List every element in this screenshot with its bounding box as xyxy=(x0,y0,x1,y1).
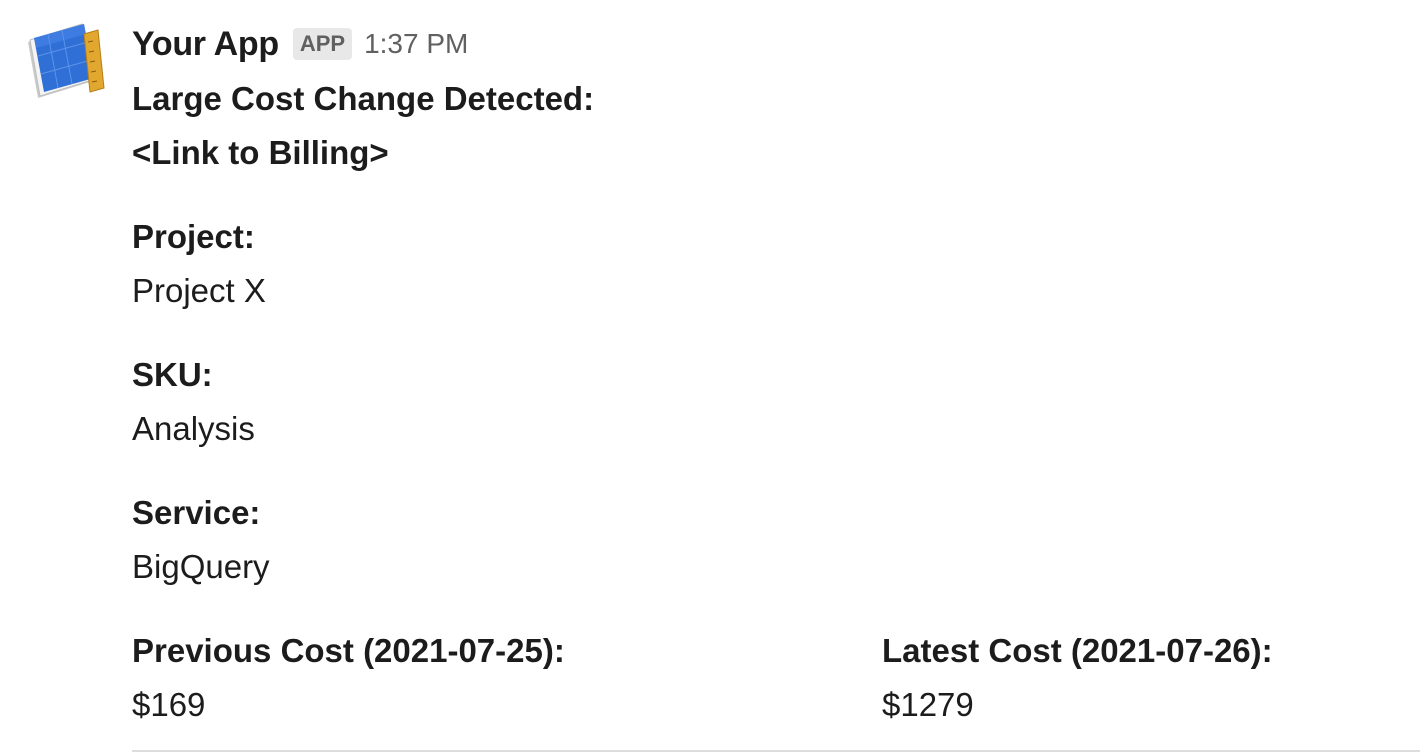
field-value: Project X xyxy=(132,272,266,309)
app-name[interactable]: Your App xyxy=(132,25,279,64)
billing-link[interactable]: <Link to Billing> xyxy=(132,126,1392,180)
message-title-block: Large Cost Change Detected: <Link to Bil… xyxy=(132,72,1392,180)
field-label: Latest Cost (2021-07-26): xyxy=(882,632,1273,669)
field-label: SKU: xyxy=(132,356,213,393)
message: Your App APP 1:37 PM Large Cost Change D… xyxy=(0,0,1420,756)
field-previous-cost: Previous Cost (2021-07-25): $169 xyxy=(132,624,882,732)
field-value: BigQuery xyxy=(132,548,270,585)
field-latest-cost: Latest Cost (2021-07-26): $1279 xyxy=(882,624,1382,732)
field-value: $1279 xyxy=(882,686,974,723)
field-value: $169 xyxy=(132,686,206,723)
field-label: Project: xyxy=(132,218,255,255)
field-service: Service: BigQuery xyxy=(132,486,1392,594)
message-title: Large Cost Change Detected: xyxy=(132,80,595,117)
message-content: Your App APP 1:37 PM Large Cost Change D… xyxy=(132,20,1392,732)
cost-fields-row: Previous Cost (2021-07-25): $169 Latest … xyxy=(132,624,1392,732)
field-project: Project: Project X xyxy=(132,210,1392,318)
message-header: Your App APP 1:37 PM xyxy=(132,20,1392,68)
app-badge: APP xyxy=(292,28,353,60)
field-sku: SKU: Analysis xyxy=(132,348,1392,456)
message-divider xyxy=(132,750,1420,752)
field-label: Service: xyxy=(132,494,261,531)
blueprint-book-icon xyxy=(28,23,105,98)
app-avatar-icon[interactable] xyxy=(24,22,108,102)
field-label: Previous Cost (2021-07-25): xyxy=(132,632,565,669)
field-value: Analysis xyxy=(132,410,255,447)
message-timestamp[interactable]: 1:37 PM xyxy=(364,28,468,60)
